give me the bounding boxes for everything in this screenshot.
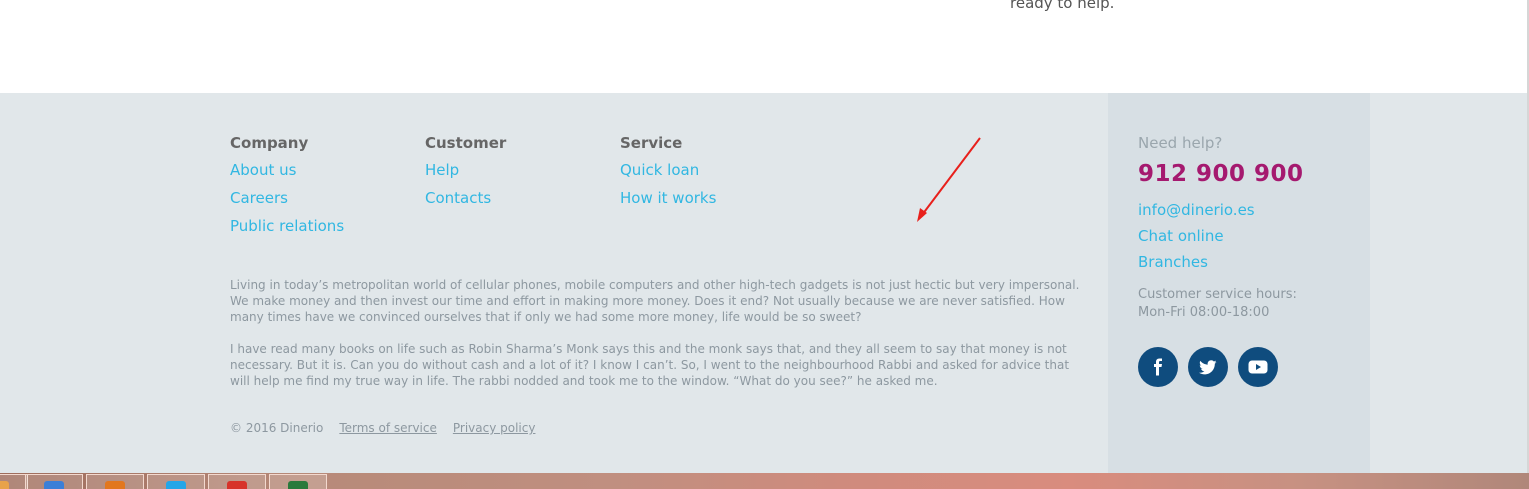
branches-link[interactable]: Branches [1138, 253, 1255, 271]
taskbar-app-button[interactable] [0, 474, 28, 489]
footer-column-service: Service Quick loan How it works [620, 134, 716, 217]
blurb-paragraph: Living in today’s metropolitan world of … [230, 278, 1080, 324]
windows-taskbar [0, 473, 1529, 489]
email-link[interactable]: info@dinerio.es [1138, 201, 1255, 219]
twitter-icon[interactable] [1188, 347, 1228, 387]
hours-label: Customer service hours: [1138, 287, 1297, 302]
youtube-icon[interactable] [1238, 347, 1278, 387]
help-links: info@dinerio.es Chat online Branches [1138, 201, 1255, 279]
footer: Company About us Careers Public relation… [0, 93, 1527, 473]
link-about-us[interactable]: About us [230, 161, 344, 179]
help-title: Need help? [1138, 134, 1223, 152]
link-public-relations[interactable]: Public relations [230, 217, 344, 235]
facebook-icon[interactable] [1138, 347, 1178, 387]
chat-online-link[interactable]: Chat online [1138, 227, 1255, 245]
privacy-link[interactable]: Privacy policy [453, 421, 536, 435]
column-title-company: Company [230, 134, 309, 152]
link-careers[interactable]: Careers [230, 189, 344, 207]
footer-column-company: Company About us Careers Public relation… [230, 134, 344, 245]
top-text: ready to help. [1010, 0, 1115, 12]
taskbar-app-button[interactable] [25, 474, 83, 489]
page: ready to help. Company About us Careers … [0, 0, 1529, 489]
help-panel: Need help? 912 900 900 info@dinerio.es C… [1108, 93, 1370, 473]
hours-value: Mon-Fri 08:00-18:00 [1138, 305, 1270, 320]
link-contacts[interactable]: Contacts [425, 189, 506, 207]
firefox-icon[interactable] [86, 474, 144, 489]
footer-column-customer: Customer Help Contacts [425, 134, 506, 217]
legal-bar: © 2016 Dinerio Terms of service Privacy … [230, 421, 535, 435]
column-title-customer: Customer [425, 134, 507, 152]
service-hours: Customer service hours: Mon-Fri 08:00-18… [1138, 286, 1297, 322]
taskbar-app-button[interactable] [208, 474, 266, 489]
copyright: © 2016 Dinerio [230, 421, 324, 435]
column-title-service: Service [620, 134, 683, 152]
blurb-paragraph: I have read many books on life such as R… [230, 342, 1070, 388]
skype-icon[interactable] [147, 474, 205, 489]
terms-link[interactable]: Terms of service [339, 421, 437, 435]
link-help[interactable]: Help [425, 161, 506, 179]
excel-icon[interactable] [269, 474, 327, 489]
help-phone[interactable]: 912 900 900 [1138, 161, 1304, 187]
social-links [1138, 347, 1278, 387]
footer-blurb: Living in today’s metropolitan world of … [230, 277, 1080, 405]
link-quick-loan[interactable]: Quick loan [620, 161, 716, 179]
link-how-it-works[interactable]: How it works [620, 189, 716, 207]
